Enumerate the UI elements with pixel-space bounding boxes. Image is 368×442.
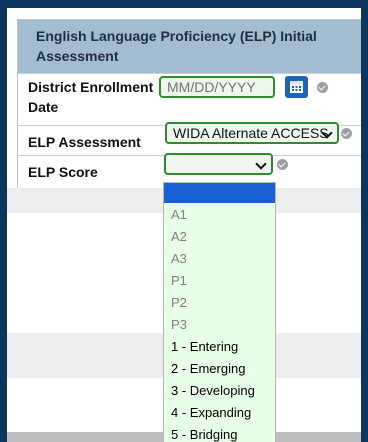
check-circle-icon: [317, 82, 328, 93]
section-title: English Language Proficiency (ELP) Initi…: [36, 28, 317, 64]
elp-assessment-select[interactable]: WIDA Alternate ACCESS: [165, 122, 339, 144]
calendar-icon: [290, 81, 303, 93]
option-p1[interactable]: P1: [164, 271, 275, 291]
check-circle-icon: [341, 128, 352, 139]
calendar-button[interactable]: [285, 76, 308, 98]
enrollment-date-field[interactable]: [159, 76, 275, 98]
elp-score-label: ELP Score: [28, 164, 98, 180]
option-3-developing[interactable]: 3 - Developing: [164, 381, 275, 401]
elp-assessment-label: ELP Assessment: [28, 134, 141, 150]
divider: [18, 73, 361, 74]
option-1-entering[interactable]: 1 - Entering: [164, 337, 275, 357]
enrollment-date-label: District Enrollment Date: [28, 79, 154, 115]
option-p3[interactable]: P3: [164, 315, 275, 335]
option-a2[interactable]: A2: [164, 227, 275, 247]
option-4-expanding[interactable]: 4 - Expanding: [164, 403, 275, 423]
option-p2[interactable]: P2: [164, 293, 275, 313]
window-frame: English Language Proficiency (ELP) Initi…: [0, 0, 368, 442]
option-a3[interactable]: A3: [164, 249, 275, 269]
content-panel: English Language Proficiency (ELP) Initi…: [7, 8, 361, 442]
option-a1[interactable]: A1: [164, 205, 275, 225]
chevron-down-icon: [255, 158, 267, 170]
option-5-bridging[interactable]: 5 - Bridging: [164, 425, 275, 442]
elp-assessment-value: WIDA Alternate ACCESS: [173, 125, 329, 141]
section-header: English Language Proficiency (ELP) Initi…: [18, 20, 361, 73]
option-blank[interactable]: [164, 183, 275, 203]
option-2-emerging[interactable]: 2 - Emerging: [164, 359, 275, 379]
elp-score-select[interactable]: [164, 153, 273, 175]
elp-score-dropdown: A1 A2 A3 P1 P2 P3 1 - Entering 2 - Emerg…: [163, 182, 276, 442]
check-circle-icon: [277, 159, 288, 170]
